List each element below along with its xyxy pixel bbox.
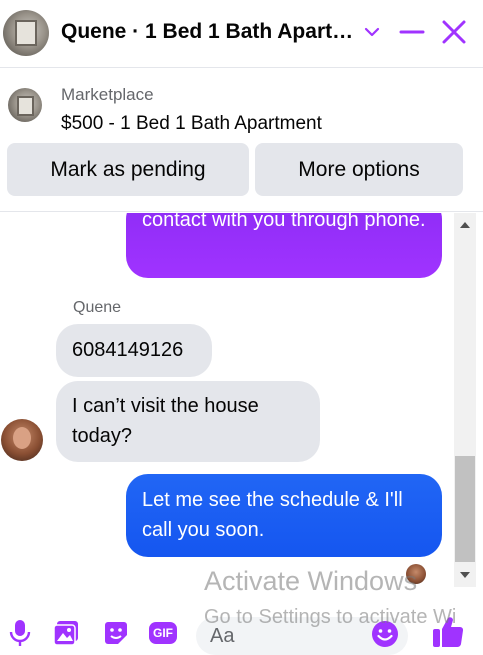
activate-windows-subtitle: Go to Settings to activate Wi	[204, 606, 457, 628]
message-list[interactable]: contact with you through phone. Quene 60…	[0, 213, 483, 587]
marketplace-label: Marketplace	[61, 85, 154, 104]
gif-icon[interactable]: GIF	[148, 618, 178, 648]
outgoing-message[interactable]: Let me see the schedule & I'll call you …	[126, 474, 442, 557]
photo-icon[interactable]	[51, 618, 81, 648]
scroll-down-arrow-icon[interactable]	[454, 563, 476, 587]
outgoing-message[interactable]: contact with you through phone.	[126, 213, 442, 278]
activate-windows-title: Activate Windows	[204, 566, 418, 596]
gif-label: GIF	[153, 626, 173, 640]
sticker-icon[interactable]	[101, 618, 131, 648]
scroll-up-arrow-icon[interactable]	[454, 213, 476, 237]
messages-scrollbar[interactable]	[454, 213, 476, 587]
listing-thumbnail[interactable]	[8, 88, 42, 122]
chat-title[interactable]: Quene · 1 Bed 1 Bath Apart…	[61, 20, 353, 44]
chat-header: Quene · 1 Bed 1 Bath Apart…	[0, 0, 483, 68]
mic-icon[interactable]	[5, 618, 35, 648]
close-icon[interactable]	[441, 19, 467, 45]
scrollbar-thumb[interactable]	[455, 456, 475, 562]
incoming-message[interactable]: 6084149126	[56, 324, 212, 377]
sender-name: Quene	[73, 299, 122, 316]
incoming-message[interactable]: I can’t visit the house today?	[56, 381, 320, 462]
mark-as-pending-button[interactable]: Mark as pending	[7, 143, 249, 196]
minimize-icon[interactable]	[399, 22, 425, 42]
more-options-button[interactable]: More options	[255, 143, 463, 196]
chevron-down-icon[interactable]	[362, 22, 382, 42]
marketplace-banner: Marketplace $500 - 1 Bed 1 Bath Apartmen…	[0, 69, 483, 212]
listing-avatar[interactable]	[3, 10, 49, 56]
sender-avatar[interactable]	[1, 419, 43, 461]
listing-title[interactable]: $500 - 1 Bed 1 Bath Apartment	[61, 113, 322, 135]
